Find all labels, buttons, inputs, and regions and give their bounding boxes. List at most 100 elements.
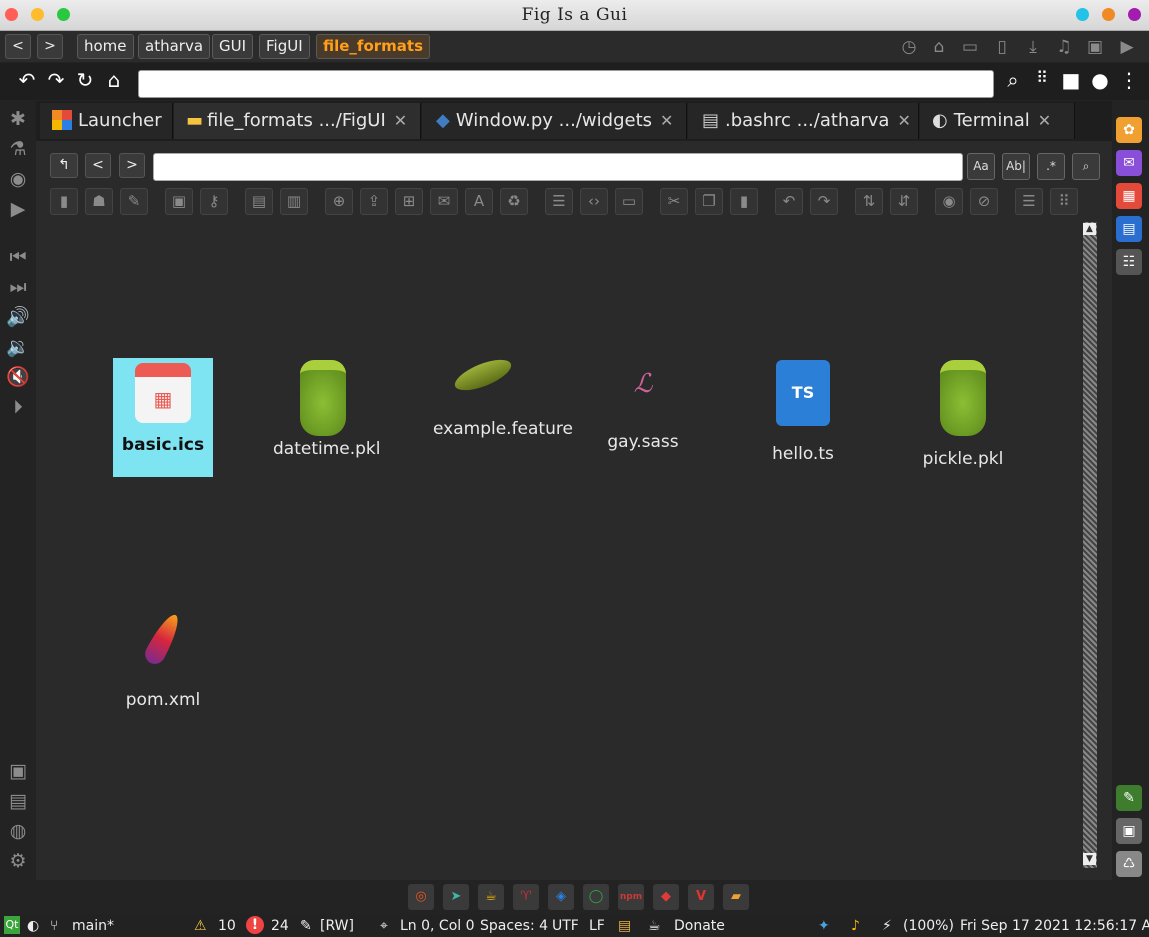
file-item-basic-ics[interactable]: ▦ basic.ics — [113, 358, 213, 477]
folder-open-icon[interactable]: ▤ — [245, 188, 273, 215]
breadcrumb-figui[interactable]: FigUI — [259, 34, 310, 59]
tab-file-formats[interactable]: ▬ file_formats .../FigUI ✕ — [174, 103, 421, 139]
line-ending[interactable]: LF — [589, 918, 605, 934]
home-icon[interactable]: ⌂ — [930, 38, 948, 56]
news-app-icon[interactable]: ▤ — [1116, 216, 1142, 242]
breadcrumb-file-formats[interactable]: file_formats — [316, 34, 431, 59]
lock-icon[interactable]: ▣ — [165, 188, 193, 215]
apps-grid-icon[interactable]: ⠿ — [1030, 68, 1054, 87]
git-branch-label[interactable]: main* — [72, 918, 114, 934]
key-icon[interactable]: ⚷ — [200, 188, 228, 215]
edit-mode-label[interactable]: [RW] — [320, 918, 354, 934]
back-button[interactable]: < — [5, 34, 31, 59]
folder-outline-icon[interactable]: ▭ — [615, 188, 643, 215]
show-hidden-icon[interactable]: ◉ — [935, 188, 963, 215]
whole-word-button[interactable]: Ab| — [1002, 153, 1030, 180]
github-icon[interactable]: ◉ — [6, 167, 30, 191]
file-item-pickle-pkl[interactable]: pickle.pkl — [913, 360, 1013, 470]
up-directory-button[interactable]: ↰ — [50, 153, 78, 178]
list-view-icon[interactable]: ☰ — [1015, 188, 1043, 215]
more-menu-icon[interactable]: ⋮ — [1117, 68, 1141, 92]
beer-icon[interactable]: ☕ — [478, 884, 504, 910]
cyan-window-button[interactable] — [1076, 8, 1089, 21]
orange-window-button[interactable] — [1102, 8, 1115, 21]
close-tab-icon[interactable]: ✕ — [897, 111, 910, 130]
donate-link[interactable]: Donate — [674, 918, 725, 934]
sort-descending-icon[interactable]: ⇵ — [890, 188, 918, 215]
tab-launcher[interactable]: Launcher — [40, 103, 173, 139]
font-icon[interactable]: A — [465, 188, 493, 215]
todo-icon[interactable]: ▤ — [618, 918, 631, 934]
indentation[interactable]: Spaces: 4 — [480, 918, 548, 934]
photos-app-icon[interactable]: ✿ — [1116, 117, 1142, 143]
sort-ascending-icon[interactable]: ⇅ — [855, 188, 883, 215]
undo-icon[interactable]: ↶ — [15, 68, 39, 92]
music-icon[interactable]: ♫ — [1055, 38, 1073, 56]
close-tab-icon[interactable]: ✕ — [1038, 111, 1051, 130]
grid-view-icon[interactable]: ⠿ — [1050, 188, 1078, 215]
ubuntu-icon[interactable]: ◎ — [408, 884, 434, 910]
notification-bell-icon[interactable]: ♪ — [851, 918, 860, 934]
home-nav-icon[interactable]: ⌂ — [102, 68, 126, 92]
purple-window-button[interactable] — [1128, 8, 1141, 21]
redo-icon[interactable]: ↷ — [44, 68, 68, 92]
search-button[interactable]: ⌕ — [1072, 153, 1100, 180]
account-icon[interactable]: ◍ — [6, 819, 30, 843]
play-circle-icon[interactable]: ⏵ — [6, 395, 30, 419]
settings-gear-icon[interactable]: ⚙ — [6, 849, 30, 873]
theme-toggle-icon[interactable]: ◐ — [27, 918, 39, 934]
cube-icon[interactable]: ◈ — [548, 884, 574, 910]
npm-icon[interactable]: npm — [618, 884, 644, 910]
scroll-up-button[interactable]: ▲ — [1083, 223, 1096, 235]
bookmark-icon[interactable]: ▮ — [50, 188, 78, 215]
video-icon[interactable]: ▶ — [1118, 38, 1136, 56]
file-item-example-feature[interactable]: example.feature — [433, 353, 573, 440]
screenshot-icon[interactable]: ▣ — [6, 759, 30, 783]
scroll-down-button[interactable]: ▼ — [1083, 853, 1096, 865]
breadcrumb-atharva[interactable]: atharva — [138, 34, 211, 59]
clock-icon[interactable]: ◷ — [900, 38, 918, 56]
trash-app-icon[interactable]: ♺ — [1116, 851, 1142, 877]
next-track-icon[interactable]: ⏭ — [6, 275, 30, 299]
pane-forward-button[interactable]: > — [119, 153, 145, 178]
file-search-input[interactable] — [153, 153, 963, 181]
pane-back-button[interactable]: < — [85, 153, 111, 178]
send-icon[interactable]: ➤ — [443, 884, 469, 910]
sliders-icon[interactable]: ☰ — [545, 188, 573, 215]
volume-up-icon[interactable]: 🔊 — [6, 305, 30, 329]
volume-down-icon[interactable]: 🔉 — [6, 335, 30, 359]
warning-count[interactable]: 10 — [218, 918, 236, 934]
user-icon[interactable]: ● — [1088, 68, 1112, 92]
tab-window-py[interactable]: ◆ Window.py .../widgets ✕ — [422, 103, 687, 139]
display-icon[interactable]: ▤ — [6, 789, 30, 813]
refresh-icon[interactable]: ↻ — [73, 68, 97, 92]
match-case-button[interactable]: Aa — [967, 153, 995, 180]
redo-tool-icon[interactable]: ↷ — [810, 188, 838, 215]
file-item-pom-xml[interactable]: pom.xml — [113, 610, 213, 711]
copy-icon[interactable]: ❐ — [695, 188, 723, 215]
camera-icon[interactable]: ▣ — [1086, 38, 1104, 56]
mail-icon[interactable]: ✉ — [430, 188, 458, 215]
twitter-icon[interactable]: ✦ — [818, 918, 830, 934]
play-icon[interactable]: ▶ — [6, 197, 30, 221]
vertical-scrollbar[interactable] — [1083, 222, 1097, 868]
tab-bashrc[interactable]: ▤ .bashrc .../atharva ✕ — [688, 103, 919, 139]
new-folder-icon[interactable]: ⊞ — [395, 188, 423, 215]
user-lock-icon[interactable]: ☗ — [85, 188, 113, 215]
chat-app-icon[interactable]: ✉ — [1116, 150, 1142, 176]
encoding[interactable]: UTF — [552, 918, 579, 934]
file-item-hello-ts[interactable]: TS hello.ts — [753, 360, 853, 465]
folder-copy-icon[interactable]: ▥ — [280, 188, 308, 215]
breadcrumb-gui[interactable]: GUI — [212, 34, 254, 59]
close-tab-icon[interactable]: ✕ — [394, 111, 407, 130]
safe-app-icon[interactable]: ▣ — [1116, 818, 1142, 844]
pen-icon[interactable]: ✎ — [120, 188, 148, 215]
error-count[interactable]: 24 — [271, 918, 289, 934]
folder-icon[interactable]: ▭ — [961, 38, 979, 56]
file-icon[interactable]: ▯ — [993, 38, 1011, 56]
url-input[interactable] — [138, 70, 994, 98]
tab-terminal[interactable]: ◐ Terminal ✕ — [920, 103, 1075, 139]
cut-icon[interactable]: ✂ — [660, 188, 688, 215]
code-icon[interactable]: ‹› — [580, 188, 608, 215]
trash-icon[interactable]: ♻ — [500, 188, 528, 215]
